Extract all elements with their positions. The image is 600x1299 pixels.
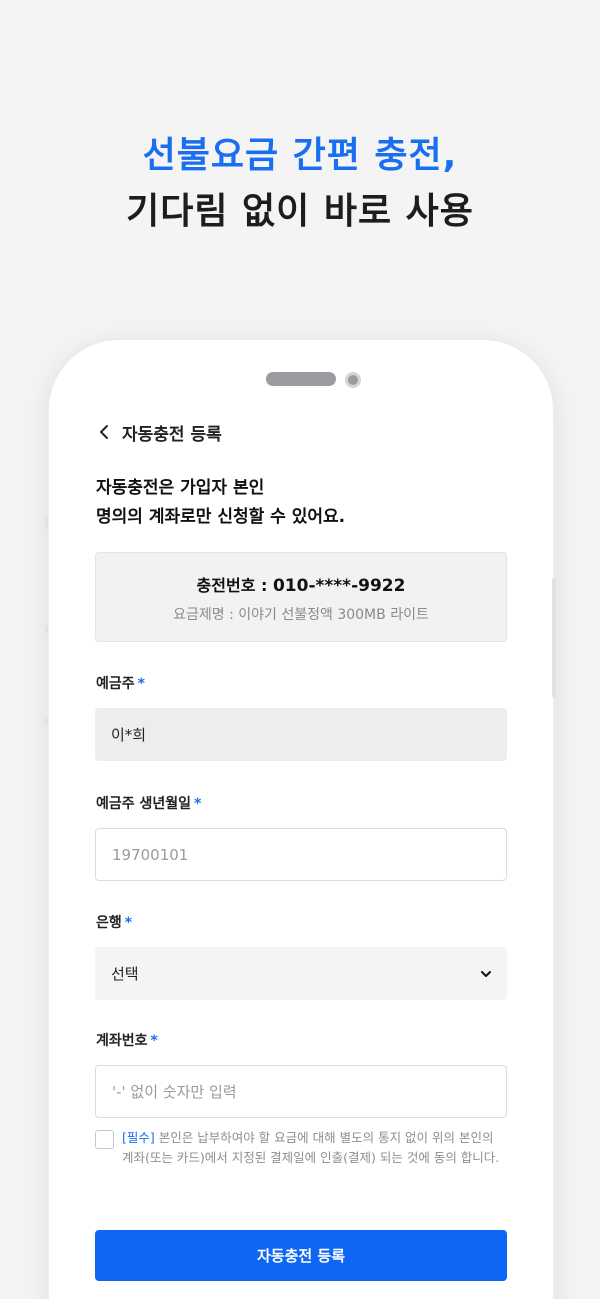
charge-number-label: 충전번호 :: [196, 576, 273, 595]
phone-volume-button: [45, 625, 48, 633]
required-mark: *: [124, 915, 133, 931]
plan-name: 요금제명 : 이야기 선불정액 300MB 라이트: [173, 607, 429, 623]
required-mark: *: [137, 676, 145, 692]
holder-value: 이*희: [111, 726, 147, 744]
birth-placeholder: 19700101: [112, 845, 189, 864]
bank-label: 은행 *: [96, 912, 132, 932]
agree-checkbox[interactable]: [95, 1130, 114, 1149]
account-placeholder: '-' 없이 숫자만 입력: [112, 1083, 237, 1101]
account-label-text: 계좌번호: [96, 1033, 148, 1049]
headline-line-1: 선불요금 간편 충전,: [142, 135, 458, 176]
bank-selected-value: 선택: [111, 965, 139, 983]
birth-input[interactable]: 19700101: [95, 828, 507, 881]
birth-label: 예금주 생년월일 *: [96, 793, 201, 813]
required-mark: *: [194, 796, 202, 812]
phone-notch: [176, 340, 430, 396]
phone-camera: [345, 372, 361, 388]
account-input[interactable]: '-' 없이 숫자만 입력: [95, 1065, 507, 1118]
notice-line-2: 명의의 계좌로만 신청할 수 있어요.: [96, 507, 346, 527]
notice-text: 자동충전은 가입자 본인 명의의 계좌로만 신청할 수 있어요.: [96, 474, 496, 532]
notice-line-1: 자동충전은 가입자 본인: [96, 478, 265, 498]
required-mark: *: [150, 1033, 158, 1049]
charge-info-box: 충전번호 : 010-****-9922 요금제명 : 이야기 선불정액 300…: [95, 552, 507, 642]
phone-side-button: [552, 578, 556, 698]
bank-select[interactable]: 선택: [95, 947, 507, 1000]
nav-bar: 자동충전 등록: [96, 418, 222, 446]
birth-label-text: 예금주 생년월일: [96, 796, 192, 812]
charge-number-value: 010-****-9922: [272, 576, 406, 596]
phone-volume-button: [45, 718, 48, 726]
submit-button[interactable]: 자동충전 등록: [95, 1230, 507, 1281]
promo-headline: 선불요금 간편 충전, 기다림 없이 바로 사용: [0, 128, 600, 240]
page-title: 자동충전 등록: [122, 424, 222, 445]
chevron-down-icon: [479, 967, 493, 981]
chevron-left-icon[interactable]: [96, 424, 112, 440]
bank-label-text: 은행: [96, 915, 122, 931]
required-tag: [필수]: [122, 1130, 155, 1145]
phone-speaker: [266, 372, 336, 386]
agreement-body: 본인은 납부하여야 할 요금에 대해 별도의 통지 없이 위의 본인의 계좌(또…: [122, 1130, 500, 1165]
submit-button-label: 자동충전 등록: [256, 1247, 346, 1265]
charge-number: 충전번호 : 010-****-9922: [96, 572, 506, 596]
agreement-text: [필수] 본인은 납부하여야 할 요금에 대해 별도의 통지 없이 위의 본인의…: [122, 1128, 507, 1168]
headline-line-2: 기다림 없이 바로 사용: [126, 191, 474, 232]
holder-label: 예금주 *: [96, 673, 145, 693]
holder-field: 이*희: [95, 708, 507, 761]
holder-label-text: 예금주: [96, 676, 135, 692]
account-label: 계좌번호 *: [96, 1030, 158, 1050]
agreement: [필수] 본인은 납부하여야 할 요금에 대해 별도의 통지 없이 위의 본인의…: [95, 1128, 507, 1168]
phone-volume-button: [45, 515, 48, 529]
